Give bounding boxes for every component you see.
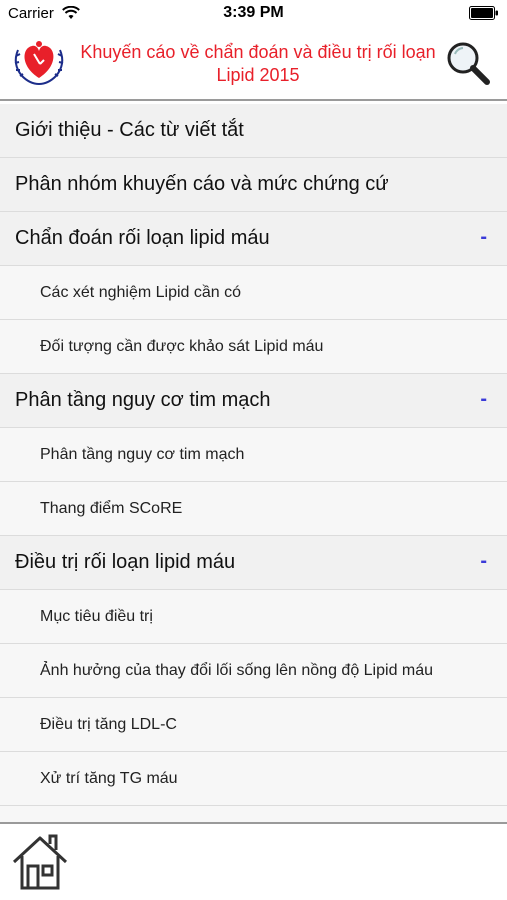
menu-item-label: Giới thiệu - Các từ viết tắt	[15, 119, 244, 141]
app-title-line1: Khuyến cáo về chẩn đoán và điều trị rối …	[80, 42, 436, 62]
menu-subitem-treatment-goals[interactable]: Mục tiêu điều trị	[0, 590, 507, 644]
menu-section-risk-stratification[interactable]: Phân tầng nguy cơ tim mạch -	[0, 374, 507, 428]
menu-subitem-risk-stratification[interactable]: Phân tầng nguy cơ tim mạch	[0, 428, 507, 482]
menu-list[interactable]: Giới thiệu - Các từ viết tắt Phân nhóm k…	[0, 104, 507, 822]
menu-item-label: Đối tượng cần được khảo sát Lipid máu	[40, 337, 324, 355]
menu-item-introduction[interactable]: Giới thiệu - Các từ viết tắt	[0, 104, 507, 158]
menu-item-recommendation-classes[interactable]: Phân nhóm khuyến cáo và mức chứng cứ	[0, 158, 507, 212]
collapse-toggle[interactable]: -	[480, 388, 487, 411]
menu-item-label: Mục tiêu điều trị	[40, 607, 153, 625]
app-header: Khuyến cáo về chẩn đoán và điều trị rối …	[0, 28, 507, 99]
menu-section-diagnosis[interactable]: Chẩn đoán rối loạn lipid máu -	[0, 212, 507, 266]
search-icon[interactable]	[445, 40, 491, 91]
menu-subitem-screening-subjects[interactable]: Đối tượng cần được khảo sát Lipid máu	[0, 320, 507, 374]
menu-item-label: Ảnh hưởng của thay đổi lối sống lên nồng…	[40, 661, 434, 679]
menu-subitem-lipid-tests[interactable]: Các xét nghiệm Lipid cần có	[0, 266, 507, 320]
app-title-line2: Lipid 2015	[216, 65, 300, 85]
menu-item-label: Xử trí tăng TG máu	[40, 769, 178, 787]
menu-item-label: Phân tầng nguy cơ tim mạch	[40, 445, 245, 463]
menu-section-treatment[interactable]: Điều trị rối loạn lipid máu -	[0, 536, 507, 590]
menu-item-label: Điều trị rối loạn lipid máu	[15, 551, 236, 573]
menu-subitem-lifestyle-effects[interactable]: Ảnh hưởng của thay đổi lối sống lên nồng…	[0, 644, 507, 698]
app-title: Khuyến cáo về chẩn đoán và điều trị rối …	[68, 41, 448, 87]
menu-subitem-score-scale[interactable]: Thang điểm SCoRE	[0, 482, 507, 536]
heart-logo-icon	[10, 36, 68, 93]
menu-subitem-tg-management[interactable]: Xử trí tăng TG máu	[0, 752, 507, 806]
menu-item-label: Thang điểm SCoRE	[40, 499, 183, 517]
menu-item-label: Điều trị tăng LDL-C	[40, 715, 177, 733]
menu-subitem-ldl-treatment[interactable]: Điều trị tăng LDL-C	[0, 698, 507, 752]
status-time: 3:39 PM	[223, 4, 284, 21]
menu-item-label: Phân tầng nguy cơ tim mạch	[15, 389, 271, 411]
collapse-toggle[interactable]: -	[480, 550, 487, 573]
header-divider	[0, 99, 507, 101]
menu-item-label: Các xét nghiệm Lipid cần có	[40, 283, 241, 301]
collapse-toggle[interactable]: -	[480, 226, 487, 249]
home-icon[interactable]	[10, 832, 70, 892]
menu-item-label: Chẩn đoán rối loạn lipid máu	[15, 227, 270, 249]
status-bar: Carrier 3:39 PM	[0, 0, 507, 28]
menu-item-label: Phân nhóm khuyến cáo và mức chứng cứ	[15, 173, 389, 195]
battery-icon	[469, 6, 499, 25]
menu-subitem-partial[interactable]	[0, 806, 507, 822]
bottom-toolbar	[0, 824, 507, 900]
